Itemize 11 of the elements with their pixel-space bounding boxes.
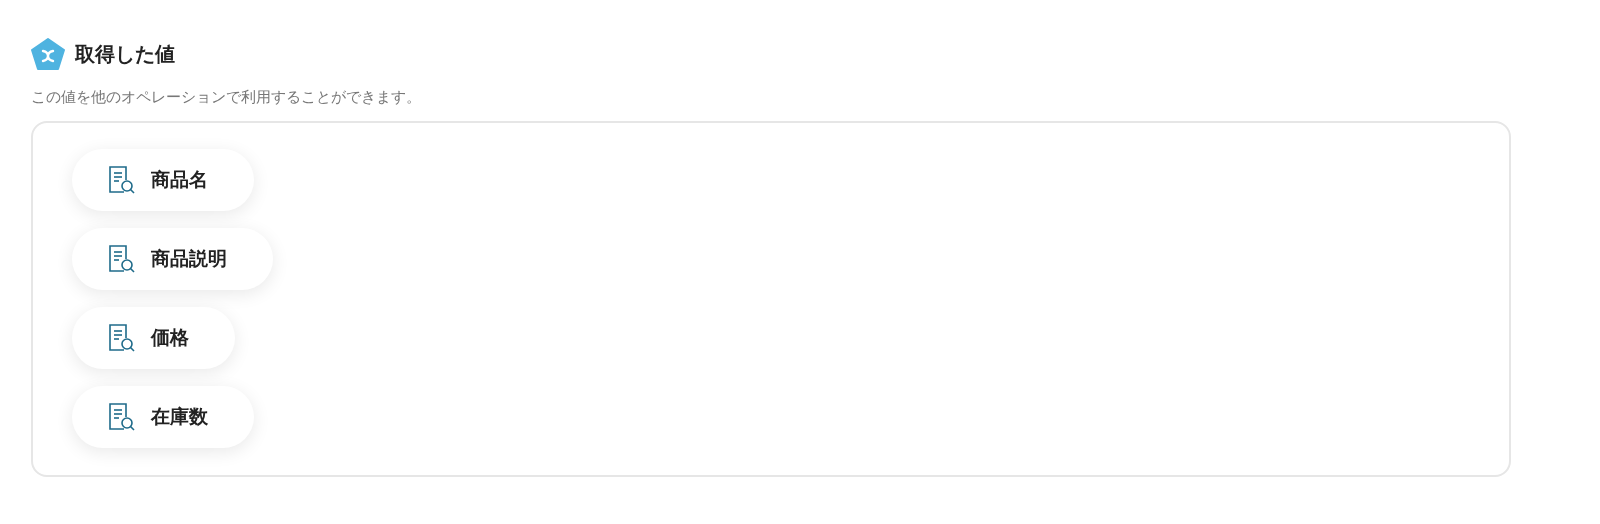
document-search-icon <box>107 244 135 274</box>
value-chip[interactable]: 在庫数 <box>72 386 254 448</box>
value-chip[interactable]: 商品説明 <box>72 228 273 290</box>
document-search-icon <box>107 402 135 432</box>
section-title: 取得した値 <box>75 40 175 68</box>
document-search-icon <box>107 323 135 353</box>
value-chip[interactable]: 商品名 <box>72 149 254 211</box>
document-search-icon <box>107 165 135 195</box>
section-description: この値を他のオペレーションで利用することができます。 <box>31 88 422 107</box>
pentagon-x-icon <box>31 38 65 70</box>
value-chip[interactable]: 価格 <box>72 307 235 369</box>
